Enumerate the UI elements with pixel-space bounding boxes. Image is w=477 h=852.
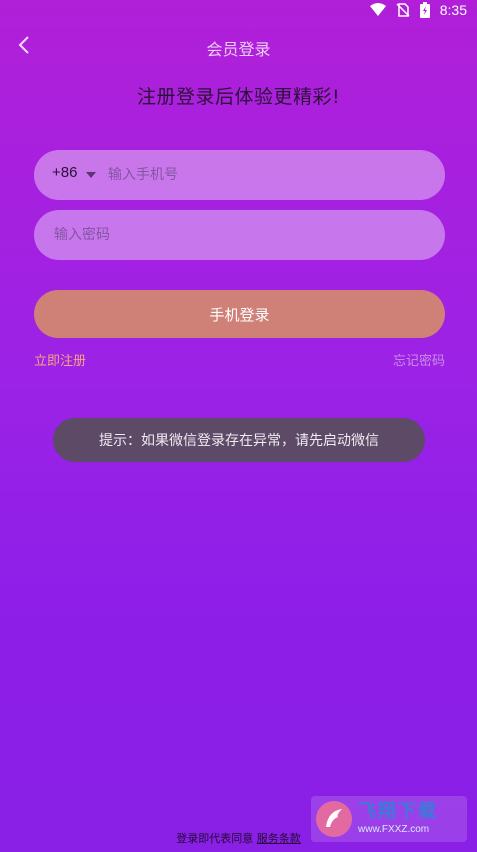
watermark: 飞翔下载 www.FXXZ.com (311, 796, 467, 842)
watermark-logo-icon (316, 801, 352, 837)
no-sim-icon (396, 3, 410, 17)
status-bar: 8:35 (0, 0, 477, 24)
watermark-text: 飞翔下载 www.FXXZ.com (358, 803, 438, 835)
register-link[interactable]: 立即注册 (34, 350, 86, 369)
phone-input[interactable] (106, 150, 427, 200)
page-title: 会员登录 (206, 40, 271, 59)
wifi-icon (369, 3, 386, 16)
caret-down-icon[interactable] (86, 172, 96, 178)
status-time: 8:35 (439, 2, 467, 18)
phone-field: +86 (34, 150, 445, 200)
country-code-selector[interactable]: +86 (52, 164, 77, 181)
terms-prefix: 登录即代表同意 (176, 832, 254, 845)
password-input[interactable] (52, 210, 427, 260)
phone-login-button[interactable]: 手机登录 (34, 290, 445, 338)
battery-charging-icon (419, 2, 430, 18)
forgot-password-link[interactable]: 忘记密码 (393, 350, 445, 369)
toast-message: 提示：如果微信登录存在异常，请先启动微信 (53, 418, 425, 462)
watermark-url: www.FXXZ.com (358, 824, 430, 835)
status-icons: 8:35 (369, 2, 467, 18)
password-field (34, 210, 445, 260)
watermark-title: 飞翔下载 (358, 801, 438, 822)
terms-link[interactable]: 服务条款 (257, 832, 301, 845)
header: 会员登录 (0, 30, 477, 60)
headline: 注册登录后体验更精彩! (136, 86, 341, 108)
